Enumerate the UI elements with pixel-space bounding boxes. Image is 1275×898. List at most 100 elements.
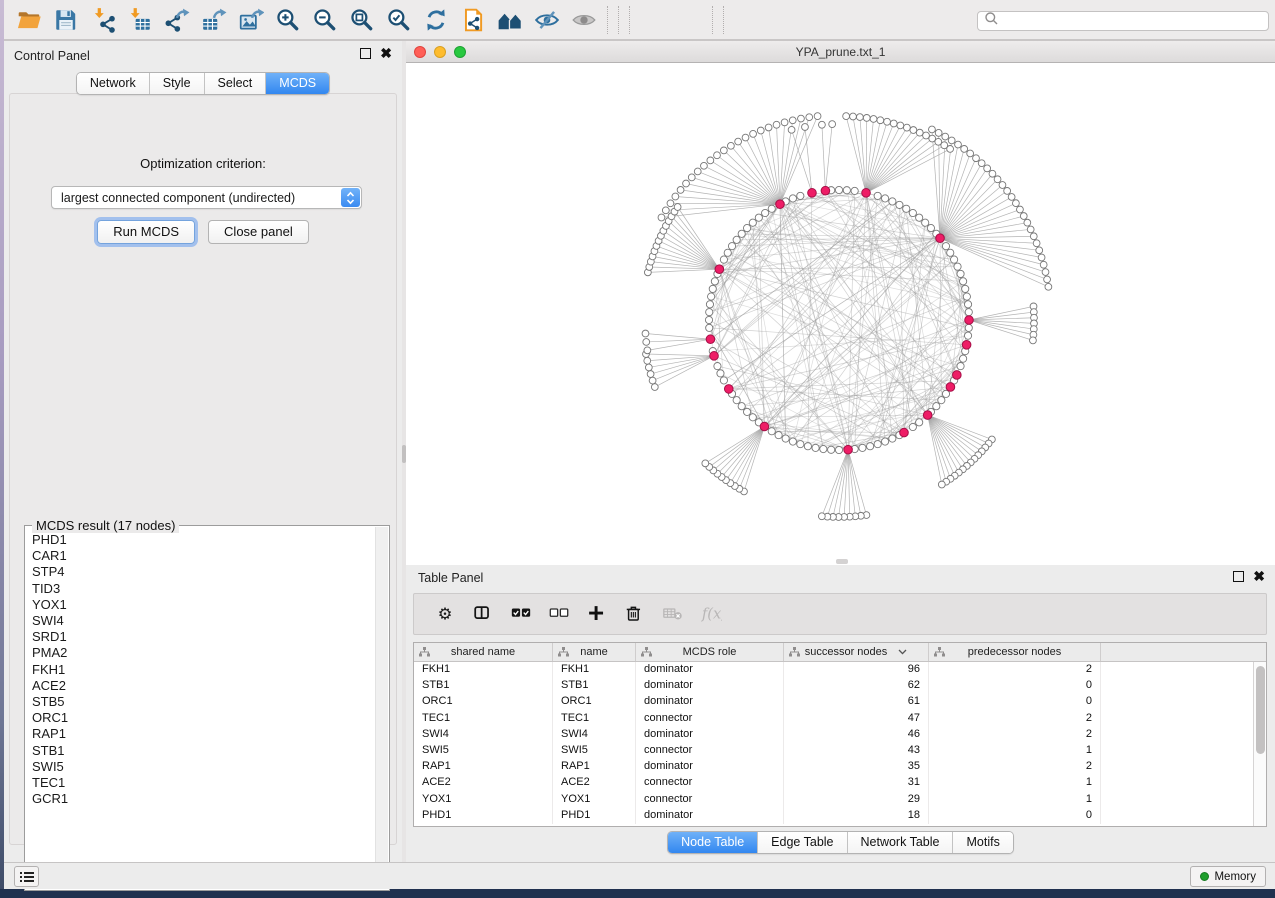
network-node[interactable] (965, 324, 972, 331)
network-node[interactable] (856, 114, 863, 121)
network-node[interactable] (927, 224, 934, 231)
mcds-result-item[interactable]: STB1 (32, 743, 375, 759)
mcds-result-item[interactable]: STP4 (32, 564, 375, 580)
network-node[interactable] (929, 126, 936, 133)
network-node[interactable] (724, 249, 731, 256)
network-node[interactable] (789, 438, 796, 445)
mcds-result-item[interactable]: TEC1 (32, 775, 375, 791)
network-node[interactable] (802, 124, 809, 131)
network-node[interactable] (762, 209, 769, 216)
network-node[interactable] (683, 180, 690, 187)
criterion-select[interactable]: largest connected component (undirected) (51, 186, 362, 209)
network-node[interactable] (938, 481, 945, 488)
network-node[interactable] (677, 187, 684, 194)
table-scrollbar-thumb[interactable] (1256, 666, 1265, 754)
mcds-hub-node[interactable] (760, 422, 769, 431)
network-node[interactable] (706, 301, 713, 308)
network-node[interactable] (773, 121, 780, 128)
tab-node-table[interactable]: Node Table (668, 832, 758, 853)
mcds-result-item[interactable]: SWI4 (32, 613, 375, 629)
run-mcds-button[interactable]: Run MCDS (97, 220, 195, 244)
mcds-list-scrollbar[interactable] (375, 527, 388, 889)
table-row[interactable]: RAP1RAP1dominator352 (414, 759, 1253, 775)
network-node[interactable] (720, 147, 727, 154)
tab-edge-table[interactable]: Edge Table (758, 832, 847, 853)
network-node[interactable] (916, 419, 923, 426)
column-header-name[interactable]: name (553, 643, 636, 661)
network-node[interactable] (706, 324, 713, 331)
save-session-icon[interactable] (47, 4, 84, 36)
float-table-panel-icon[interactable] (1233, 571, 1244, 582)
mcds-hub-node[interactable] (936, 234, 945, 243)
network-node[interactable] (672, 193, 679, 200)
network-node[interactable] (1045, 283, 1052, 290)
mcds-result-item[interactable]: YOX1 (32, 597, 375, 613)
table-row[interactable]: SWI4SWI4dominator462 (414, 727, 1253, 743)
network-node[interactable] (877, 117, 884, 124)
network-node[interactable] (903, 205, 910, 212)
network-node[interactable] (814, 113, 821, 120)
zoom-fit-content-icon[interactable] (343, 4, 380, 36)
network-node[interactable] (788, 126, 795, 133)
mcds-hub-node[interactable] (821, 186, 830, 195)
select-first-neighbors-icon[interactable] (491, 4, 528, 36)
network-node[interactable] (694, 168, 701, 175)
close-panel-icon[interactable]: ✖ (380, 48, 392, 59)
network-node[interactable] (923, 132, 930, 139)
network-node[interactable] (963, 293, 970, 300)
table-settings-icon[interactable]: ⚙ (426, 599, 464, 629)
network-node[interactable] (951, 256, 958, 263)
network-node[interactable] (707, 157, 714, 164)
network-node[interactable] (835, 186, 842, 193)
network-node[interactable] (994, 176, 1001, 183)
mcds-hub-node[interactable] (965, 316, 974, 325)
zoom-out-icon[interactable] (306, 4, 343, 36)
network-node[interactable] (835, 446, 842, 453)
network-node[interactable] (1004, 187, 1011, 194)
network-node[interactable] (714, 362, 721, 369)
network-node[interactable] (961, 145, 968, 152)
new-network-from-selection-icon[interactable] (454, 4, 491, 36)
network-node[interactable] (708, 293, 715, 300)
network-node[interactable] (644, 357, 651, 364)
mcds-result-item[interactable]: GCR1 (32, 791, 375, 807)
network-node[interactable] (881, 438, 888, 445)
network-node[interactable] (733, 397, 740, 404)
memory-button[interactable]: Memory (1190, 866, 1266, 887)
open-session-icon[interactable] (10, 4, 47, 36)
network-node[interactable] (651, 384, 658, 391)
mcds-result-item[interactable]: ORC1 (32, 710, 375, 726)
network-node[interactable] (828, 446, 835, 453)
network-node[interactable] (916, 129, 923, 136)
network-node[interactable] (720, 377, 727, 384)
network-node[interactable] (890, 120, 897, 127)
tab-network-table[interactable]: Network Table (848, 832, 954, 853)
network-node[interactable] (667, 200, 674, 207)
network-node[interactable] (798, 115, 805, 122)
table-row[interactable]: STB1STB1dominator620 (414, 678, 1253, 694)
network-node[interactable] (870, 116, 877, 123)
mcds-result-item[interactable]: SWI5 (32, 759, 375, 775)
mcds-hub-node[interactable] (923, 411, 932, 420)
network-node[interactable] (647, 371, 654, 378)
network-node[interactable] (897, 122, 904, 129)
mcds-hub-node[interactable] (808, 189, 817, 198)
network-node[interactable] (789, 195, 796, 202)
zoom-selected-icon[interactable] (380, 4, 417, 36)
network-node[interactable] (922, 219, 929, 226)
network-node[interactable] (706, 309, 713, 316)
network-node[interactable] (938, 397, 945, 404)
network-node[interactable] (642, 330, 649, 337)
network-node[interactable] (688, 174, 695, 181)
network-node[interactable] (782, 435, 789, 442)
network-node[interactable] (749, 219, 756, 226)
network-node[interactable] (903, 124, 910, 131)
tab-mcds[interactable]: MCDS (266, 73, 329, 94)
network-canvas[interactable] (406, 63, 1275, 565)
network-node[interactable] (829, 121, 836, 128)
network-node[interactable] (727, 142, 734, 149)
show-columns-icon[interactable] (464, 599, 502, 629)
import-table-from-file-icon[interactable] (121, 4, 158, 36)
close-table-panel-icon[interactable]: ✖ (1253, 571, 1265, 582)
mcds-hub-node[interactable] (900, 428, 909, 437)
